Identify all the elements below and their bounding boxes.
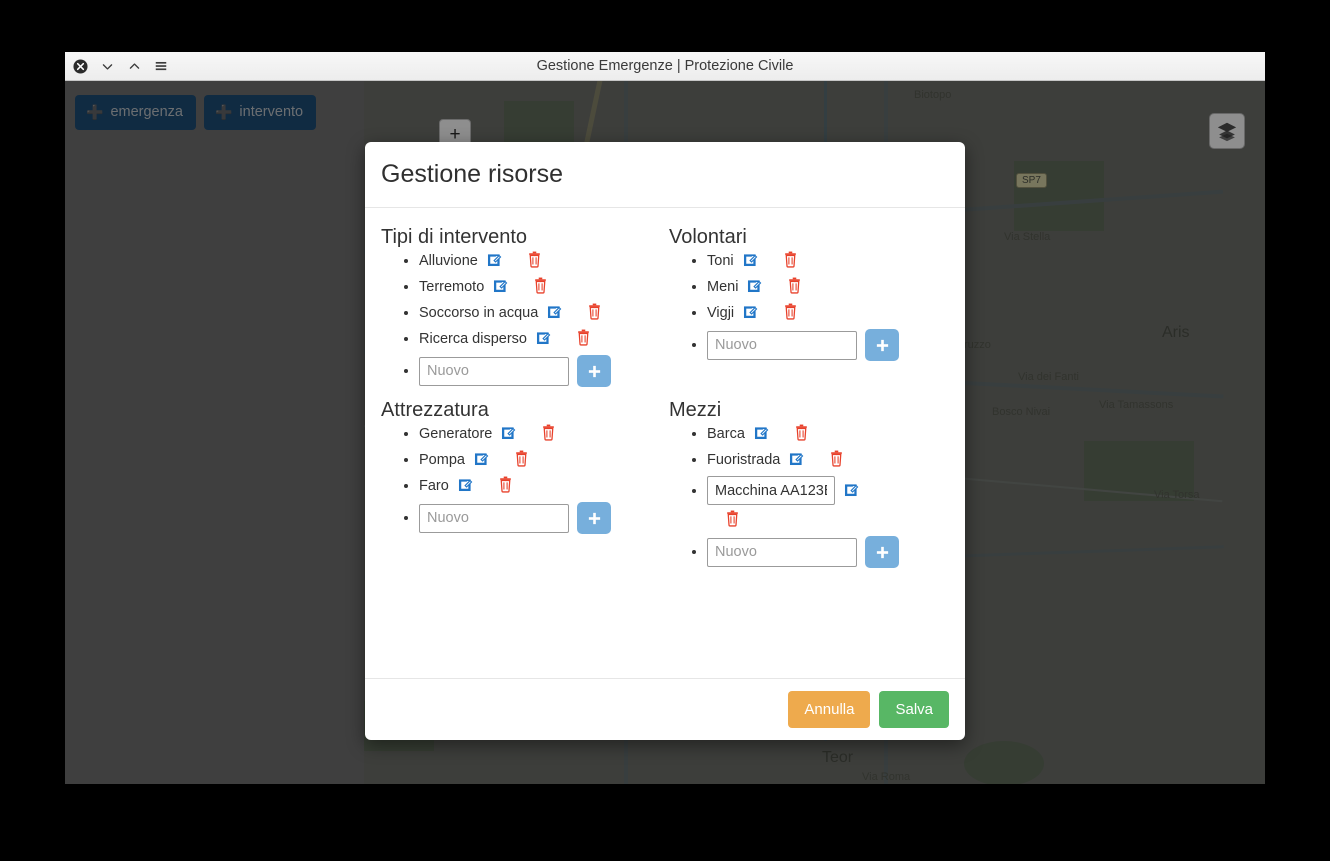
new-item-input[interactable] bbox=[419, 503, 569, 533]
menu-icon[interactable] bbox=[152, 57, 170, 75]
new-item-row bbox=[707, 536, 949, 568]
resource-list: Barca Fuoristrada bbox=[669, 424, 949, 568]
item-label: Vigji bbox=[707, 305, 735, 321]
section-title: Volontari bbox=[669, 226, 747, 248]
trash-icon[interactable] bbox=[769, 251, 808, 271]
edit-icon[interactable] bbox=[835, 481, 870, 501]
list-item: Toni bbox=[707, 251, 949, 271]
new-item-controls bbox=[707, 329, 949, 361]
window-title: Gestione Emergenze | Protezione Civile bbox=[536, 58, 794, 74]
resource-list: Alluvione Terremoto Soccorso in acqua Ricer… bbox=[381, 251, 661, 387]
trash-icon[interactable] bbox=[725, 510, 750, 530]
edit-icon[interactable] bbox=[492, 277, 519, 297]
save-button[interactable]: Salva bbox=[879, 691, 949, 728]
trash-icon[interactable] bbox=[484, 476, 523, 496]
gestione-risorse-modal: Gestione risorse Tipi di intervento Alluv… bbox=[365, 142, 965, 740]
modal-header: Gestione risorse bbox=[365, 142, 965, 208]
list-item: Pompa bbox=[419, 450, 661, 470]
window-controls bbox=[65, 57, 170, 75]
list-item: Soccorso in acqua bbox=[419, 303, 661, 323]
trash-icon[interactable] bbox=[500, 450, 539, 470]
chevron-down-icon[interactable] bbox=[98, 57, 116, 75]
edit-icon[interactable] bbox=[535, 329, 562, 349]
trash-icon[interactable] bbox=[562, 329, 601, 349]
new-item-controls bbox=[419, 355, 661, 387]
item-label: Generatore bbox=[419, 426, 493, 442]
modal-body: Tipi di intervento Alluvione Terremoto Socc… bbox=[365, 208, 965, 678]
application-window: Gestione Emergenze | Protezione Civile ➕… bbox=[65, 52, 1265, 784]
item-label: Terremoto bbox=[419, 279, 485, 295]
add-item-button[interactable] bbox=[577, 355, 611, 387]
section-attrezzatura: Attrezzatura Generatore Pompa Faro bbox=[381, 397, 661, 574]
edit-icon[interactable] bbox=[742, 303, 769, 323]
edit-icon[interactable] bbox=[546, 303, 573, 323]
modal-title: Gestione risorse bbox=[381, 160, 564, 188]
new-item-row bbox=[419, 355, 661, 387]
trash-icon[interactable] bbox=[573, 303, 612, 323]
trash-icon[interactable] bbox=[780, 424, 819, 444]
cancel-button[interactable]: Annulla bbox=[788, 691, 871, 728]
item-label: Soccorso in acqua bbox=[419, 305, 539, 321]
edit-icon[interactable] bbox=[500, 424, 527, 444]
section-tipi-di-intervento: Tipi di intervento Alluvione Terremoto Socc… bbox=[381, 224, 661, 393]
edit-icon[interactable] bbox=[753, 424, 780, 444]
section-mezzi: Mezzi Barca Fuoristrada bbox=[669, 397, 949, 574]
item-label: Alluvione bbox=[419, 253, 478, 269]
new-item-controls bbox=[707, 536, 949, 568]
title-bar: Gestione Emergenze | Protezione Civile bbox=[65, 52, 1265, 81]
chevron-up-icon[interactable] bbox=[125, 57, 143, 75]
item-label: Meni bbox=[707, 279, 739, 295]
item-label: Fuoristrada bbox=[707, 452, 781, 468]
section-volontari: Volontari Toni Meni Vigji bbox=[669, 224, 949, 393]
trash-icon[interactable] bbox=[773, 277, 812, 297]
list-item: Alluvione bbox=[419, 251, 661, 271]
new-item-row bbox=[419, 502, 661, 534]
list-item: Terremoto bbox=[419, 277, 661, 297]
edit-icon[interactable] bbox=[788, 450, 815, 470]
resource-list: Generatore Pompa Faro bbox=[381, 424, 661, 534]
trash-icon[interactable] bbox=[519, 277, 558, 297]
section-title: Attrezzatura bbox=[381, 399, 489, 421]
edit-icon[interactable] bbox=[746, 277, 773, 297]
trash-icon[interactable] bbox=[769, 303, 808, 323]
list-item: Barca bbox=[707, 424, 949, 444]
item-label: Faro bbox=[419, 478, 449, 494]
trash-icon[interactable] bbox=[513, 251, 552, 271]
section-title: Tipi di intervento bbox=[381, 226, 527, 248]
list-item: Meni bbox=[707, 277, 949, 297]
list-item: Faro bbox=[419, 476, 661, 496]
new-item-row bbox=[707, 329, 949, 361]
section-title: Mezzi bbox=[669, 399, 722, 421]
list-item bbox=[707, 476, 949, 530]
modal-footer: Annulla Salva bbox=[365, 678, 965, 740]
add-item-button[interactable] bbox=[865, 536, 899, 568]
new-item-controls bbox=[419, 502, 661, 534]
item-label: Toni bbox=[707, 253, 734, 269]
edit-icon[interactable] bbox=[473, 450, 500, 470]
add-item-button[interactable] bbox=[577, 502, 611, 534]
item-label: Ricerca disperso bbox=[419, 331, 527, 347]
edit-item-input[interactable] bbox=[707, 476, 835, 505]
item-label: Pompa bbox=[419, 452, 465, 468]
add-item-button[interactable] bbox=[865, 329, 899, 361]
new-item-input[interactable] bbox=[707, 537, 857, 567]
edit-icon[interactable] bbox=[742, 251, 769, 271]
list-item: Vigji bbox=[707, 303, 949, 323]
list-item: Ricerca disperso bbox=[419, 329, 661, 349]
item-label: Barca bbox=[707, 426, 745, 442]
list-item: Generatore bbox=[419, 424, 661, 444]
new-item-input[interactable] bbox=[419, 356, 569, 386]
close-icon[interactable] bbox=[71, 57, 89, 75]
trash-icon[interactable] bbox=[527, 424, 566, 444]
resource-list: Toni Meni Vigji bbox=[669, 251, 949, 361]
window-body: ➕ emergenza ➕ intervento Biotopo SP7 Via… bbox=[65, 81, 1265, 784]
edit-icon[interactable] bbox=[486, 251, 513, 271]
list-item: Fuoristrada bbox=[707, 450, 949, 470]
trash-icon[interactable] bbox=[815, 450, 854, 470]
new-item-input[interactable] bbox=[707, 330, 857, 360]
edit-icon[interactable] bbox=[457, 476, 484, 496]
